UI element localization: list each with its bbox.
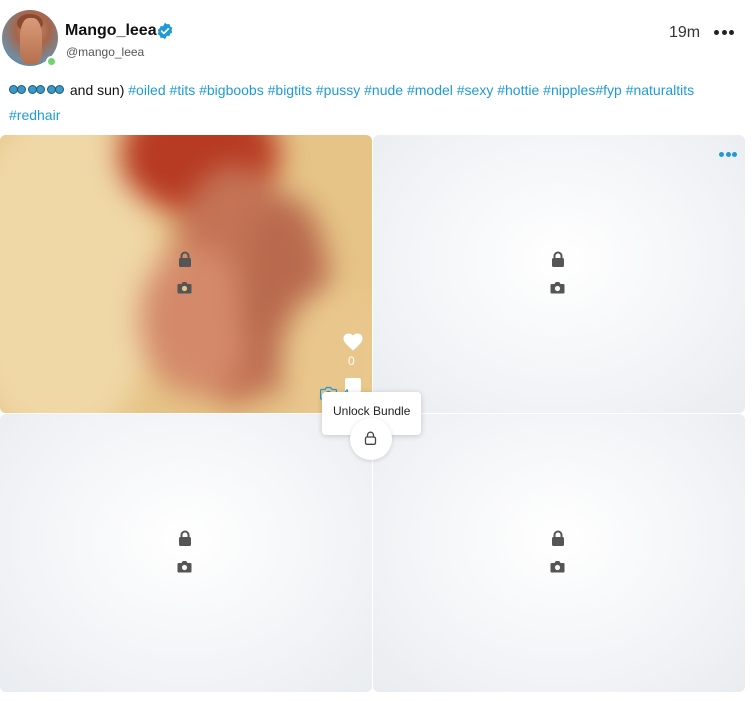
hashtag-link[interactable]: #sexy <box>457 82 494 98</box>
media-tile-preview[interactable] <box>0 135 372 413</box>
camera-icon <box>550 561 565 573</box>
media-tile-locked[interactable] <box>373 414 745 692</box>
emoji-icon <box>47 83 64 97</box>
post-header: Mango_leea @mango_leea 19m <box>0 0 755 70</box>
emoji-icon <box>28 83 45 97</box>
heart-icon[interactable] <box>343 333 363 351</box>
lock-icon <box>179 530 191 546</box>
hashtag-link[interactable]: #bigtits <box>268 82 312 98</box>
verified-badge-icon <box>157 22 173 40</box>
post-timestamp: 19m <box>669 24 701 41</box>
post-caption: and sun) #oiled #tits #bigboobs #bigtits… <box>9 78 729 128</box>
avatar-figure <box>20 18 42 64</box>
hashtag-link[interactable]: #tits <box>170 82 196 98</box>
unlock-bundle-label[interactable]: Unlock Bundle <box>333 404 410 418</box>
hashtag-link[interactable]: #nude <box>364 82 403 98</box>
lock-icon <box>552 251 564 267</box>
lock-icon <box>179 251 191 267</box>
hashtag-link[interactable]: #oiled <box>128 82 165 98</box>
like-count: 0 <box>348 354 355 368</box>
hashtag-link[interactable]: #nipples <box>543 82 595 98</box>
hashtag-link[interactable]: #bigboobs <box>199 82 264 98</box>
hashtag-link[interactable]: #redhair <box>9 107 60 123</box>
emoji-icon <box>9 83 26 97</box>
lock-icon <box>552 530 564 546</box>
media-tile-locked[interactable] <box>0 414 372 692</box>
media-tile-locked[interactable] <box>373 135 745 413</box>
blurred-preview <box>0 135 372 413</box>
more-options-icon[interactable] <box>714 30 734 36</box>
display-name[interactable]: Mango_leea <box>65 22 157 40</box>
hashtag-link[interactable]: #naturaltits <box>626 82 694 98</box>
lock-icon <box>364 431 377 445</box>
hashtag-link[interactable]: #hottie <box>497 82 539 98</box>
camera-icon <box>550 282 565 294</box>
hashtag-link[interactable]: #pussy <box>316 82 360 98</box>
caption-text: and sun) <box>69 82 125 98</box>
media-more-options-icon[interactable] <box>719 152 737 157</box>
camera-icon <box>177 561 192 573</box>
username[interactable]: @mango_leea <box>66 45 144 59</box>
camera-icon <box>177 282 192 294</box>
online-status-dot <box>46 56 57 67</box>
hashtag-link[interactable]: #fyp <box>595 82 621 98</box>
hashtag-link[interactable]: #model <box>407 82 453 98</box>
